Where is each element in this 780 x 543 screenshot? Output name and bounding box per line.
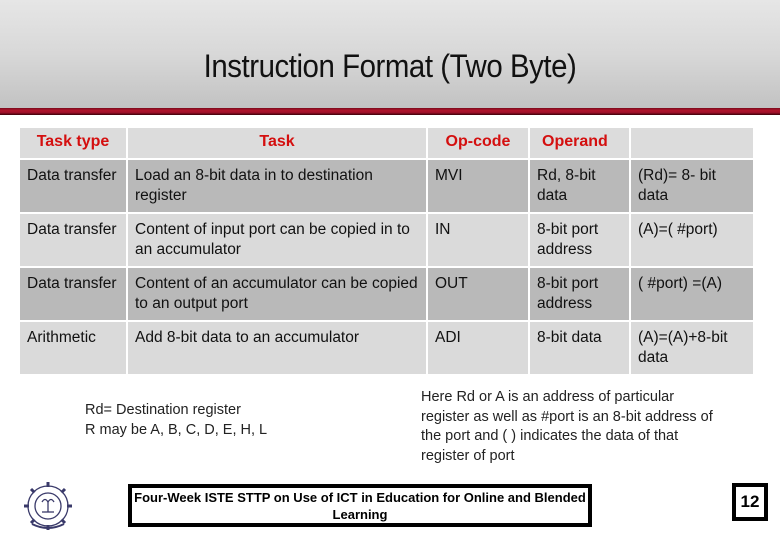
- addressing-note: Here Rd or A is an address of particular…: [421, 389, 713, 464]
- cell-operand: Rd, 8-bit data: [530, 160, 629, 212]
- header-task-type: Task type: [20, 128, 126, 158]
- register-note-line-1: Rd= Destination register: [85, 402, 241, 418]
- table-row: Data transfer Load an 8-bit data in to d…: [20, 160, 753, 212]
- cell-task-type: Arithmetic: [20, 322, 126, 374]
- institute-emblem-icon: [18, 478, 78, 538]
- cell-task: Content of input port can be copied in t…: [128, 214, 426, 266]
- cell-effect: (Rd)= 8- bit data: [631, 160, 753, 212]
- register-note: Rd= Destination register R may be A, B, …: [85, 400, 267, 440]
- table-header-row: Task type Task Op-code Operand: [20, 128, 753, 158]
- footer-banner: Four-Week ISTE STTP on Use of ICT in Edu…: [128, 484, 592, 527]
- cell-effect: (A)=(A)+8-bit data: [631, 322, 753, 374]
- cell-opcode: MVI: [428, 160, 528, 212]
- cell-task-type: Data transfer: [20, 160, 126, 212]
- header-operand: Operand: [530, 128, 629, 158]
- cell-task-type: Data transfer: [20, 268, 126, 320]
- header-effect: [631, 128, 753, 158]
- cell-effect: ( #port) =(A): [631, 268, 753, 320]
- cell-task-type: Data transfer: [20, 214, 126, 266]
- cell-operand: 8-bit data: [530, 322, 629, 374]
- cell-opcode: IN: [428, 214, 528, 266]
- instruction-table: Task type Task Op-code Operand Data tran…: [18, 126, 755, 376]
- accent-divider: [0, 108, 780, 115]
- slide-title: Instruction Format (Two Byte): [203, 48, 577, 84]
- header-opcode: Op-code: [428, 128, 528, 158]
- cell-effect: (A)=( #port): [631, 214, 753, 266]
- cell-opcode: OUT: [428, 268, 528, 320]
- table-row: Data transfer Content of an accumulator …: [20, 268, 753, 320]
- page-number: 12: [732, 483, 768, 521]
- register-note-line-2: R may be A, B, C, D, E, H, L: [85, 422, 268, 438]
- cell-operand: 8-bit port address: [530, 214, 629, 266]
- cell-task: Content of an accumulator can be copied …: [128, 268, 426, 320]
- title-band: Instruction Format (Two Byte): [0, 0, 780, 108]
- table-row: Arithmetic Add 8-bit data to an accumula…: [20, 322, 753, 374]
- cell-task: Load an 8-bit data in to destination reg…: [128, 160, 426, 212]
- table-row: Data transfer Content of input port can …: [20, 214, 753, 266]
- cell-operand: 8-bit port address: [530, 268, 629, 320]
- cell-opcode: ADI: [428, 322, 528, 374]
- cell-task: Add 8-bit data to an accumulator: [128, 322, 426, 374]
- header-task: Task: [128, 128, 426, 158]
